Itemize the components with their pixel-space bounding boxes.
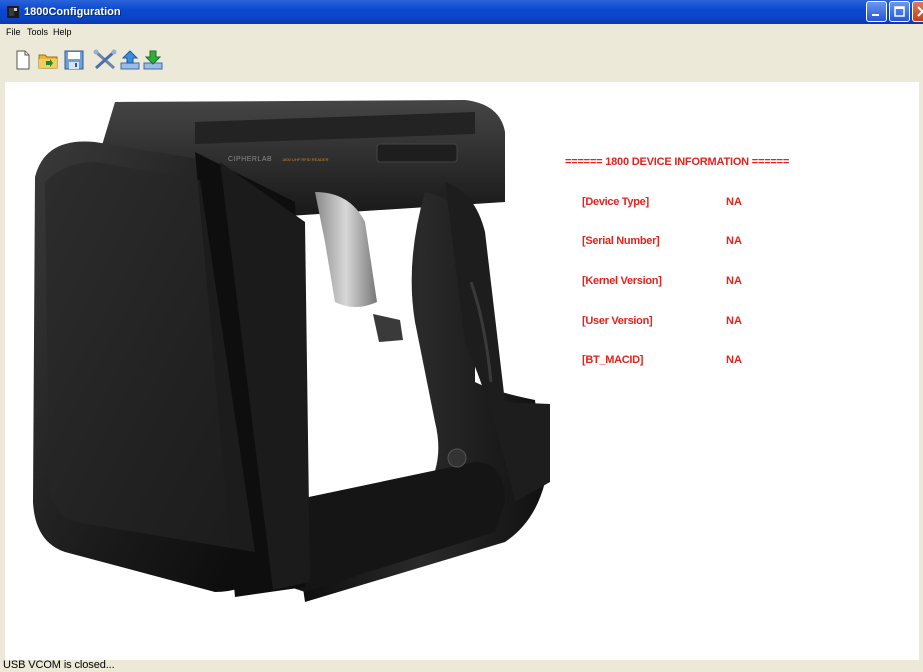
upload-icon <box>120 50 140 70</box>
user-version-label: [User Version] <box>582 315 653 327</box>
rfid-reader-image: CIPHERLAB 1800 UHF RFID READER <box>33 100 550 602</box>
main-panel: CIPHERLAB 1800 UHF RFID READER ====== 18… <box>5 82 919 660</box>
device-type-label: [Device Type] <box>582 196 649 208</box>
save-button[interactable] <box>61 47 87 73</box>
maximize-button[interactable] <box>889 1 910 22</box>
menu-help[interactable]: Help <box>53 26 72 38</box>
download-button[interactable] <box>140 47 166 73</box>
menu-tools[interactable]: Tools <box>27 26 48 38</box>
device-info-header: ====== 1800 DEVICE INFORMATION ====== <box>565 156 790 168</box>
save-icon <box>64 50 84 70</box>
toolbar <box>0 40 923 83</box>
close-button[interactable] <box>912 1 923 22</box>
serial-number-label: [Serial Number] <box>582 235 660 247</box>
minimize-button[interactable] <box>866 1 887 22</box>
status-text: USB VCOM is closed... <box>3 659 115 671</box>
device-type-value: NA <box>726 196 742 208</box>
maximize-icon <box>894 6 905 17</box>
tools-icon <box>93 49 117 70</box>
minimize-icon <box>872 14 879 16</box>
app-icon <box>7 6 19 18</box>
download-icon <box>143 50 163 70</box>
serial-number-value: NA <box>726 235 742 247</box>
window-title: 1800Configuration <box>24 6 121 18</box>
device-model-text: 1800 UHF RFID READER <box>282 157 329 162</box>
new-file-icon <box>16 50 30 70</box>
user-version-value: NA <box>726 315 742 327</box>
kernel-version-label: [Kernel Version] <box>582 275 662 287</box>
tools-button[interactable] <box>92 47 118 73</box>
close-icon <box>917 6 923 17</box>
menu-bar: File Tools Help <box>0 24 923 40</box>
open-folder-icon <box>38 54 58 69</box>
window-frame-right <box>919 82 923 660</box>
status-bar: USB VCOM is closed... <box>0 659 923 672</box>
device-brand-text: CIPHERLAB <box>228 156 272 163</box>
open-button[interactable] <box>35 47 61 73</box>
title-bar[interactable]: 1800Configuration <box>0 0 923 24</box>
new-button[interactable] <box>10 47 36 73</box>
bt-macid-label: [BT_MACID] <box>582 354 644 366</box>
menu-file[interactable]: File <box>6 26 21 38</box>
bt-macid-value: NA <box>726 354 742 366</box>
kernel-version-value: NA <box>726 275 742 287</box>
